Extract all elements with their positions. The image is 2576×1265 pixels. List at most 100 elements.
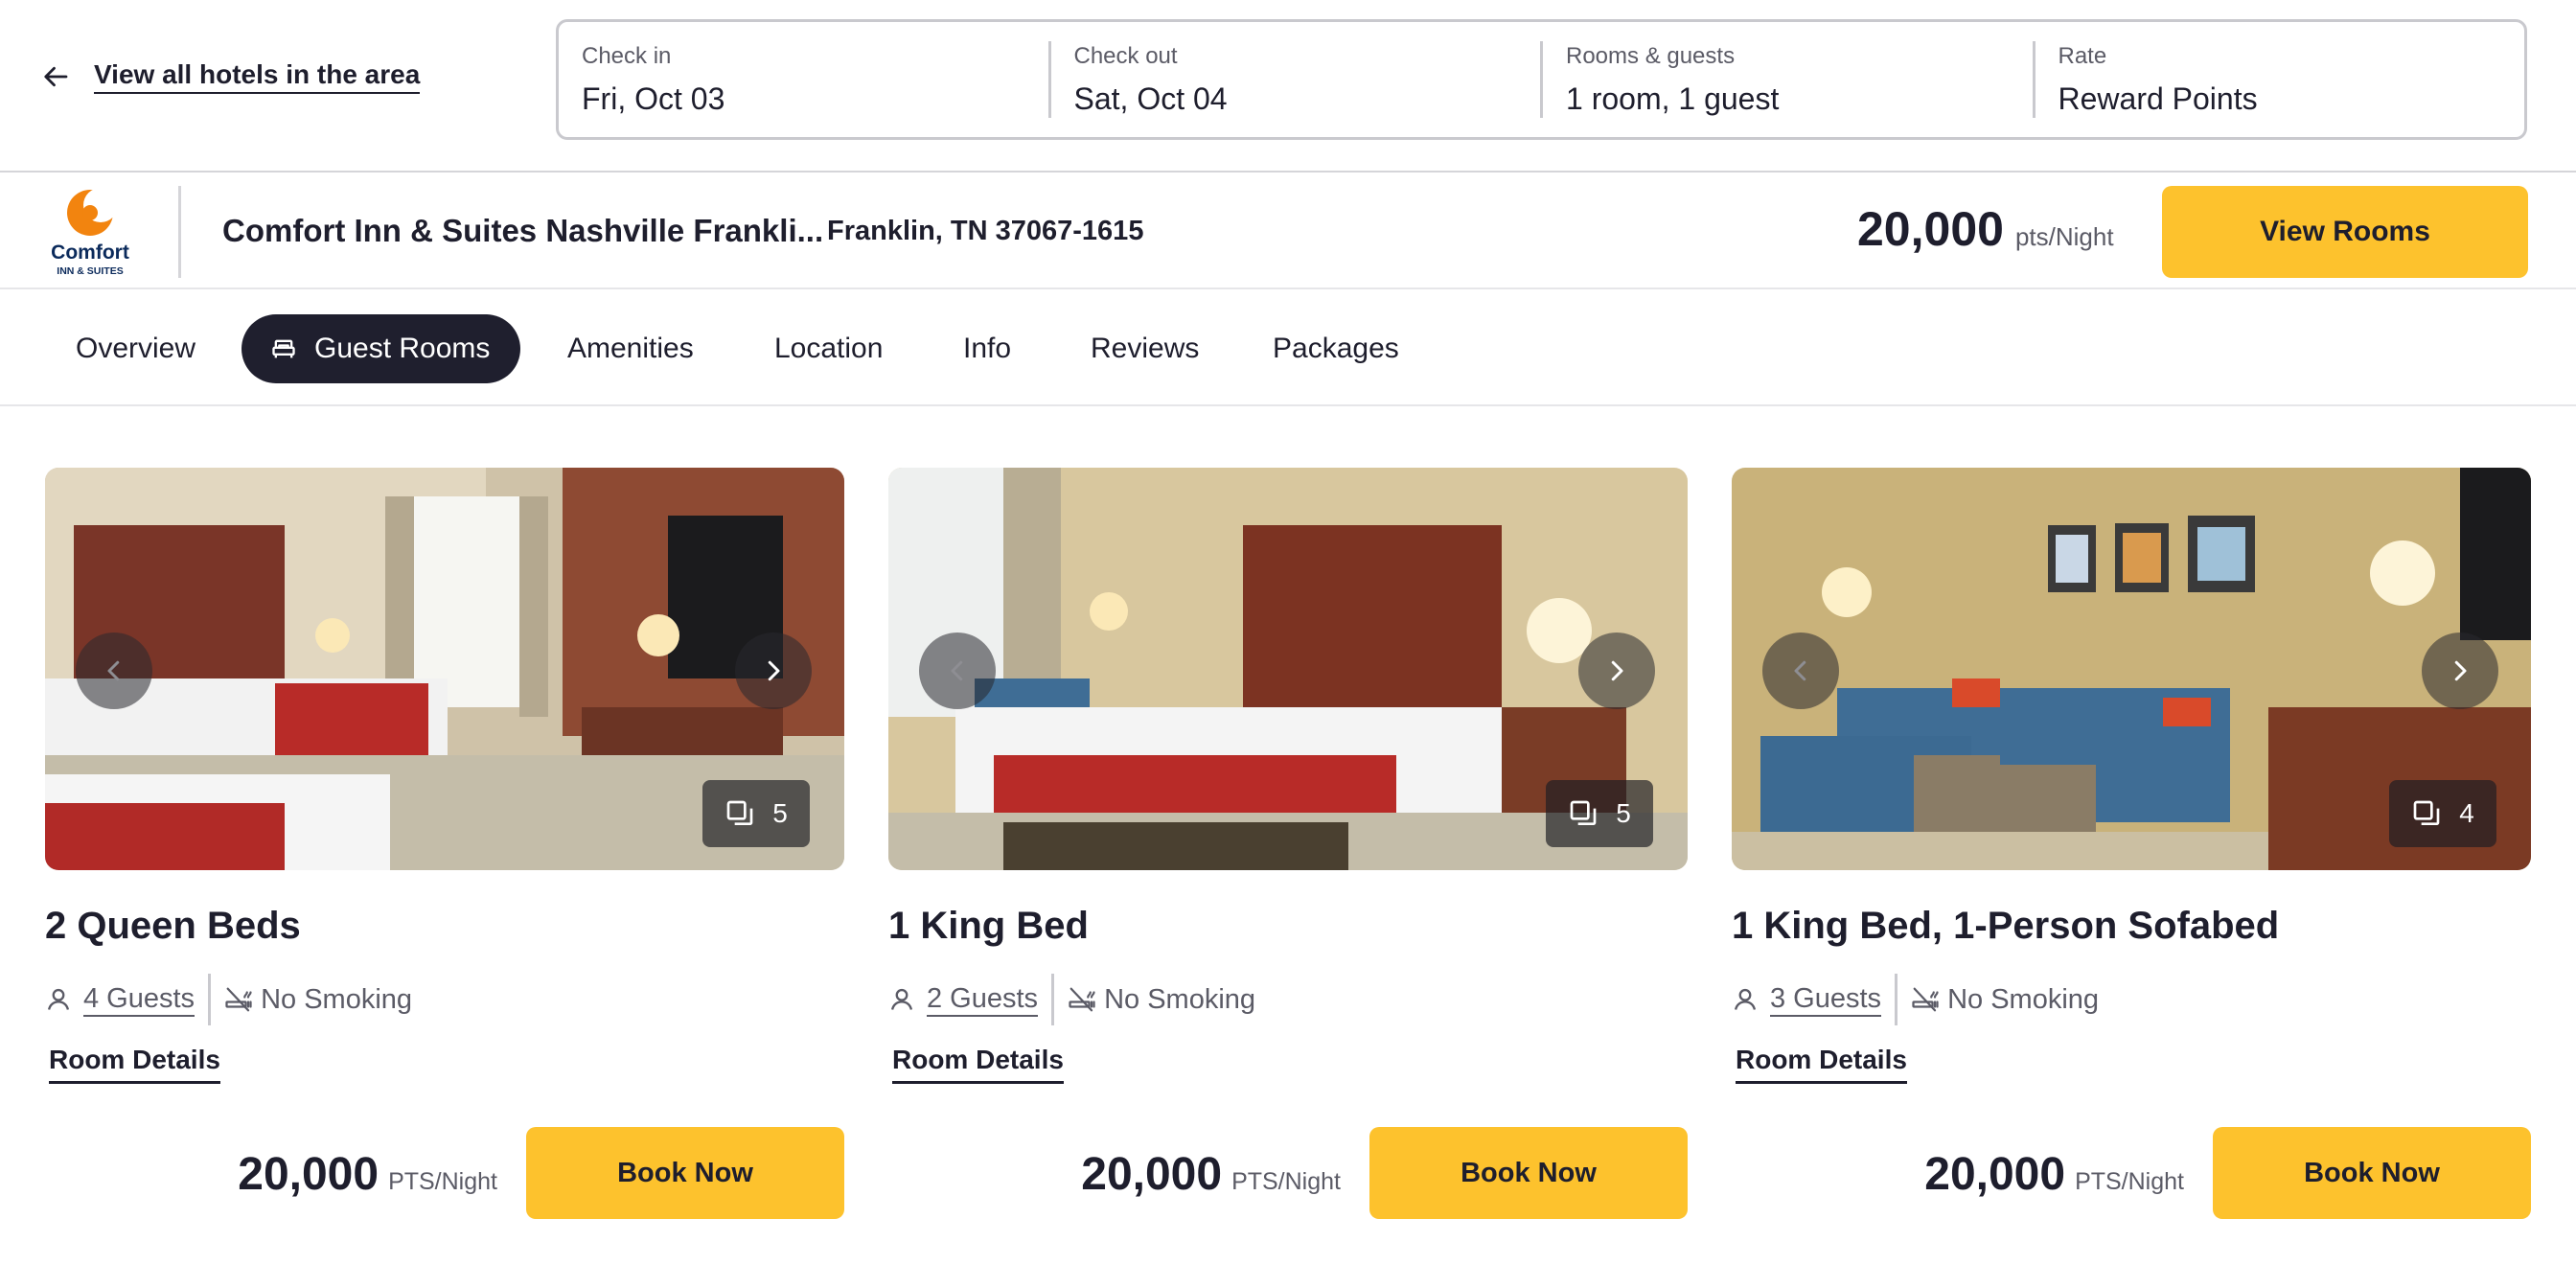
room-title: 1 King Bed <box>888 905 1089 947</box>
hotel-address: Franklin, TN 37067-1615 <box>827 216 1144 246</box>
person-icon <box>47 988 70 1010</box>
room-details-link[interactable]: Room Details <box>892 1045 1064 1084</box>
person-icon <box>1734 988 1757 1010</box>
gallery-icon <box>726 800 753 825</box>
room-price-value: 20,000 <box>1081 1149 1223 1200</box>
no-smoking-icon <box>1912 987 1939 1012</box>
room-price-value: 20,000 <box>1924 1149 2066 1200</box>
rooms-guests-label: Rooms & guests <box>1566 42 1736 69</box>
photo-count-badge[interactable]: 5 <box>702 780 810 847</box>
rooms-guests-field[interactable]: Rooms & guests 1 room, 1 guest <box>1540 41 2033 118</box>
photo-count-badge[interactable]: 5 <box>1546 780 1653 847</box>
room-details-link[interactable]: Room Details <box>1736 1045 1907 1084</box>
room-price: 20,000 PTS/Night <box>1081 1148 1341 1201</box>
next-photo-button[interactable] <box>1578 632 1655 709</box>
check-in-label: Check in <box>582 42 672 69</box>
logo-divider <box>178 186 181 278</box>
room-meta: 3 Guests No Smoking <box>1732 974 2099 1025</box>
tab-info[interactable]: Info <box>963 314 1011 383</box>
room-price-unit: PTS/Night <box>2075 1168 2184 1195</box>
previous-photo-button[interactable] <box>76 632 152 709</box>
rate-label: Rate <box>2058 42 2107 69</box>
chevron-right-icon <box>2454 660 2467 681</box>
room-price-value: 20,000 <box>238 1149 380 1200</box>
hotel-tabs: Overview Guest Rooms Amenities Location … <box>0 291 2576 406</box>
gallery-icon <box>1570 800 1597 825</box>
smoking-label: No Smoking <box>1104 983 1256 1015</box>
room-price: 20,000 PTS/Night <box>238 1148 497 1201</box>
room-title: 1 King Bed, 1-Person Sofabed <box>1732 905 2280 947</box>
smoking-label: No Smoking <box>1947 983 2100 1015</box>
chevron-left-icon <box>107 660 120 681</box>
rooms-guests-value: 1 room, 1 guest <box>1566 80 1780 116</box>
room-meta: 4 Guests No Smoking <box>45 974 412 1025</box>
guest-capacity[interactable]: 4 Guests <box>45 974 212 1025</box>
booking-summary: Check in Fri, Oct 03 Check out Sat, Oct … <box>556 19 2527 140</box>
check-out-field[interactable]: Check out Sat, Oct 04 <box>1047 41 1541 118</box>
tab-reviews[interactable]: Reviews <box>1091 314 1199 383</box>
guest-capacity[interactable]: 3 Guests <box>1732 974 1898 1025</box>
photo-count-badge[interactable]: 4 <box>2389 780 2496 847</box>
photo-count: 4 <box>2459 798 2474 828</box>
room-photo-carousel[interactable]: 5 <box>45 468 844 870</box>
comfort-inn-logo: Comfort INN & SUITES <box>51 188 129 277</box>
view-all-hotels-label: View all hotels in the area <box>94 59 421 94</box>
view-all-hotels-link[interactable]: View all hotels in the area <box>42 59 421 94</box>
room-card: 4 1 King Bed, 1-Person Sofabed 3 Guests … <box>1732 468 2531 1225</box>
logo-subtext: INN & SUITES <box>57 265 123 277</box>
rate-value: Reward Points <box>2058 80 2258 116</box>
tab-location[interactable]: Location <box>774 314 883 383</box>
room-photo-carousel[interactable]: 4 <box>1732 468 2531 870</box>
room-details-link[interactable]: Room Details <box>49 1045 220 1084</box>
arrow-left-icon <box>44 66 68 87</box>
no-smoking-icon <box>1069 987 1095 1012</box>
previous-photo-button[interactable] <box>919 632 996 709</box>
room-meta: 2 Guests No Smoking <box>888 974 1255 1025</box>
next-photo-button[interactable] <box>735 632 812 709</box>
next-photo-button[interactable] <box>2422 632 2498 709</box>
bed-icon <box>272 339 295 358</box>
chevron-right-icon <box>1611 660 1623 681</box>
search-bar: View all hotels in the area Check in Fri… <box>0 0 2576 172</box>
check-out-value: Sat, Oct 04 <box>1073 80 1228 116</box>
tab-guest-rooms[interactable]: Guest Rooms <box>242 314 521 383</box>
logo-wordmark: Comfort <box>51 242 129 264</box>
no-smoking-icon <box>225 987 252 1012</box>
check-in-field[interactable]: Check in Fri, Oct 03 <box>559 41 1048 118</box>
header-price-value: 20,000 <box>1857 202 2004 256</box>
hotel-header: Comfort INN & SUITES Comfort Inn & Suite… <box>0 174 2576 289</box>
tab-guest-rooms-label: Guest Rooms <box>314 333 491 364</box>
check-in-value: Fri, Oct 03 <box>582 80 725 116</box>
rate-field[interactable]: Rate Reward Points <box>2032 41 2525 118</box>
smoking-policy: No Smoking <box>1054 984 1255 1016</box>
smoking-policy: No Smoking <box>1898 984 2099 1016</box>
room-title: 2 Queen Beds <box>45 905 301 947</box>
check-out-label: Check out <box>1073 42 1178 69</box>
header-price: 20,000 pts/Night <box>1857 201 2114 257</box>
header-price-unit: pts/Night <box>2014 222 2114 251</box>
previous-photo-button[interactable] <box>1762 632 1839 709</box>
photo-count: 5 <box>772 798 788 828</box>
tab-amenities[interactable]: Amenities <box>567 314 694 383</box>
chevron-left-icon <box>1794 660 1806 681</box>
hotel-name: Comfort Inn & Suites Nashville Frankli..… <box>222 213 824 248</box>
chevron-left-icon <box>951 660 963 681</box>
room-card: 5 2 Queen Beds 4 Guests No Smoking Room … <box>45 468 844 1225</box>
book-now-button[interactable]: Book Now <box>1369 1127 1688 1219</box>
tab-packages[interactable]: Packages <box>1273 314 1399 383</box>
guest-count: 3 Guests <box>1770 983 1882 1017</box>
person-icon <box>890 988 913 1010</box>
chevron-right-icon <box>768 660 780 681</box>
guest-count: 4 Guests <box>83 983 196 1017</box>
smoking-policy: No Smoking <box>211 984 412 1016</box>
room-photo-carousel[interactable]: 5 <box>888 468 1688 870</box>
view-rooms-button[interactable]: View Rooms <box>2162 186 2528 278</box>
room-price: 20,000 PTS/Night <box>1924 1148 2184 1201</box>
book-now-button[interactable]: Book Now <box>526 1127 844 1219</box>
book-now-button[interactable]: Book Now <box>2213 1127 2531 1219</box>
guest-count: 2 Guests <box>927 983 1039 1017</box>
tab-overview[interactable]: Overview <box>76 314 196 383</box>
gallery-icon <box>2413 800 2440 825</box>
guest-capacity[interactable]: 2 Guests <box>888 974 1055 1025</box>
room-price-unit: PTS/Night <box>388 1168 497 1195</box>
